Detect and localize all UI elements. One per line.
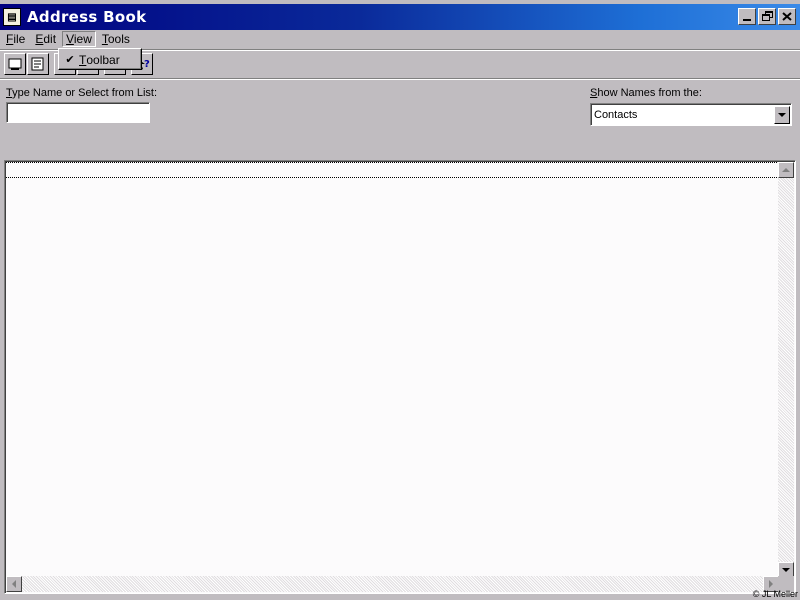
source-label-text: how Names from the: bbox=[597, 87, 702, 99]
copyright-text: © JL Meller bbox=[752, 589, 798, 599]
menu-edit[interactable]: Edit bbox=[31, 31, 60, 47]
view-menu-toolbar-accel: T bbox=[79, 52, 87, 67]
scroll-left-button[interactable] bbox=[6, 576, 22, 592]
horizontal-scrollbar[interactable] bbox=[6, 576, 779, 592]
view-menu-toolbar-item[interactable]: ✔ Toolbar bbox=[61, 51, 139, 68]
view-menu-toolbar-label: oolbar bbox=[86, 52, 120, 67]
search-input[interactable] bbox=[6, 102, 150, 123]
menu-tools[interactable]: Tools bbox=[98, 31, 134, 47]
scroll-down-icon bbox=[782, 568, 790, 572]
minimize-button[interactable] bbox=[738, 8, 756, 25]
scroll-right-icon bbox=[769, 580, 773, 588]
source-select-value: Contacts bbox=[594, 108, 638, 121]
view-menu-dropdown: ✔ Toolbar bbox=[58, 48, 142, 70]
scroll-left-icon bbox=[12, 580, 16, 588]
window-title: Address Book bbox=[27, 8, 147, 26]
chevron-down-icon bbox=[778, 112, 786, 117]
toolbar-divider-bottom bbox=[0, 78, 800, 80]
search-label-text: ype Name or Select from List: bbox=[12, 87, 158, 99]
source-label: Show Names from the: bbox=[590, 87, 702, 99]
properties-button[interactable] bbox=[27, 53, 49, 75]
menu-view-accel: V bbox=[66, 32, 74, 46]
vertical-scrollbar[interactable] bbox=[778, 162, 794, 578]
properties-icon bbox=[31, 57, 44, 71]
search-label: Type Name or Select from List: bbox=[6, 87, 157, 99]
contact-list[interactable] bbox=[4, 160, 796, 594]
close-icon bbox=[782, 12, 792, 21]
restore-button[interactable] bbox=[758, 8, 776, 25]
title-bar: ▤ Address Book bbox=[0, 4, 800, 30]
list-header[interactable] bbox=[6, 162, 779, 178]
menu-file[interactable]: File bbox=[2, 31, 29, 47]
svg-text:?: ? bbox=[144, 59, 150, 70]
menu-bar: File Edit View Tools bbox=[0, 30, 800, 48]
menu-tools-label: ools bbox=[107, 32, 130, 46]
menu-edit-label: dit bbox=[43, 32, 57, 46]
close-button[interactable] bbox=[778, 8, 796, 25]
window-controls bbox=[736, 8, 796, 25]
menu-view[interactable]: View bbox=[62, 31, 96, 47]
menu-view-label: iew bbox=[73, 32, 92, 46]
address-book-icon[interactable]: ▤ bbox=[3, 8, 21, 26]
new-contact-button[interactable] bbox=[4, 53, 26, 75]
source-select[interactable]: Contacts bbox=[590, 103, 792, 126]
scroll-up-icon bbox=[782, 168, 790, 172]
new-contact-icon bbox=[8, 58, 22, 70]
scroll-up-button[interactable] bbox=[778, 162, 794, 178]
menu-file-label: ile bbox=[13, 32, 26, 46]
source-select-arrow[interactable] bbox=[774, 105, 790, 124]
checkmark-icon: ✔ bbox=[65, 54, 75, 66]
